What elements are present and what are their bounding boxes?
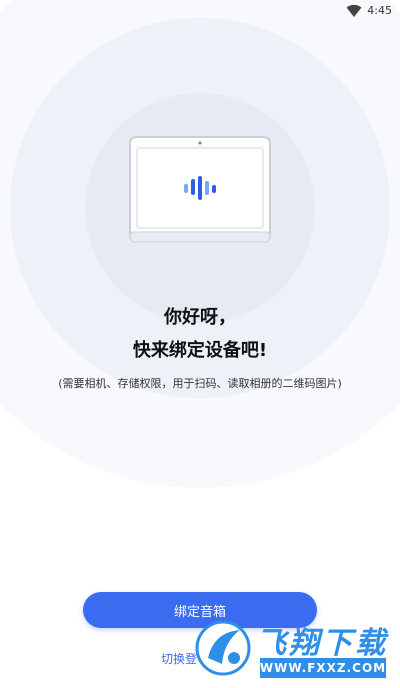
greeting-line-1: 你好呀， bbox=[164, 307, 236, 328]
watermark-url: WWW.FXXZ.COM bbox=[260, 658, 386, 678]
watermark-logo-icon bbox=[195, 620, 251, 676]
permission-note: (需要相机、存储权限，用于扫码、读取相册的二维码图片) bbox=[58, 377, 342, 390]
watermark: 飞翔下载 WWW.FXXZ.COM bbox=[186, 614, 400, 688]
watermark-name: 飞翔下载 bbox=[256, 626, 388, 661]
wifi-icon bbox=[346, 4, 362, 18]
status-time: 4:45 bbox=[367, 4, 392, 17]
status-bar: 4:45 bbox=[0, 0, 400, 24]
greeting-line-2: 快来绑定设备吧! bbox=[132, 340, 268, 361]
smart-display-icon bbox=[129, 136, 271, 243]
